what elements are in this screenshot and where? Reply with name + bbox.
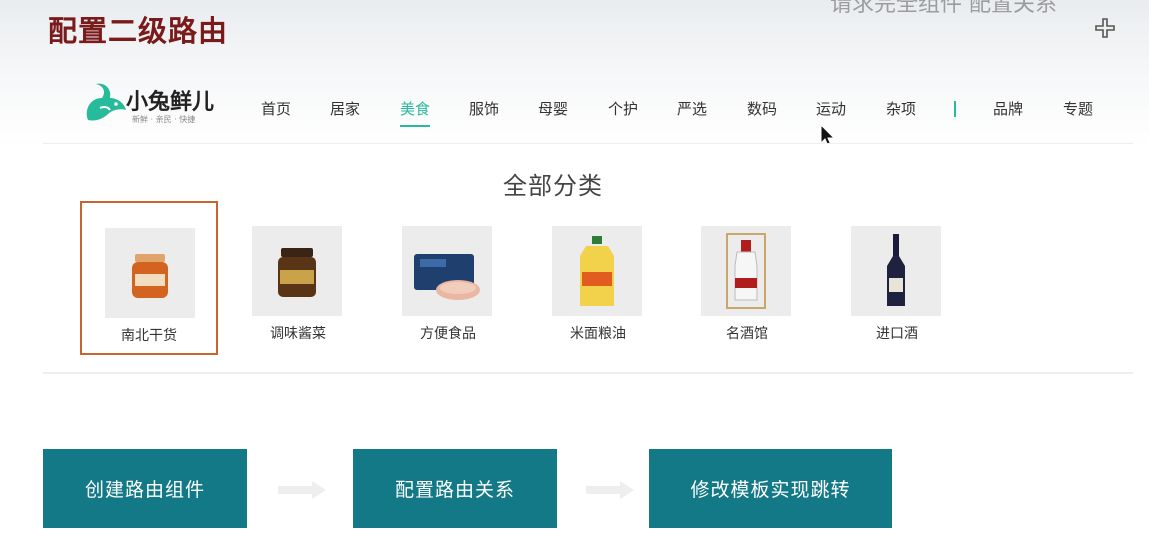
top-right-partial-text: 请求完全组件 配置关系 [830, 0, 1057, 17]
plus-icon[interactable] [1094, 17, 1116, 39]
flow-step-config-route-relation: 配置路由关系 [353, 449, 557, 528]
wine-bottle-icon [887, 234, 905, 306]
arrow-right-icon [278, 481, 326, 499]
sauce-jar-icon [278, 248, 316, 297]
category-image [552, 226, 642, 316]
oil-bottle-icon [580, 236, 614, 306]
nav-item-baby[interactable]: 母婴 [538, 98, 568, 125]
flow-step-modify-template: 修改模板实现跳转 [649, 449, 892, 528]
flow-step-create-route-component: 创建路由组件 [43, 449, 247, 528]
category-label: 调味酱菜 [270, 326, 326, 342]
category-image [252, 226, 342, 316]
main-nav: 首页 居家 美食 服饰 母婴 个护 严选 数码 运动 杂项 品牌 专题 [0, 98, 1149, 128]
category-panel-title: 全部分类 [503, 172, 603, 200]
category-label: 南北干货 [121, 328, 177, 344]
nav-item-misc[interactable]: 杂项 [886, 98, 916, 125]
nav-item-selection[interactable]: 严选 [677, 98, 707, 125]
liquor-bottle-icon [726, 233, 766, 309]
nav-item-home[interactable]: 首页 [261, 98, 291, 125]
category-label: 方便食品 [420, 326, 476, 342]
nav-item-digital[interactable]: 数码 [747, 98, 777, 125]
category-item-dry-goods[interactable]: 南北干货 [80, 201, 218, 355]
nav-item-apparel[interactable]: 服饰 [469, 98, 499, 125]
category-image [105, 228, 195, 318]
nav-divider [954, 101, 956, 117]
nav-item-home-living[interactable]: 居家 [330, 98, 360, 125]
category-label: 进口酒 [876, 326, 918, 342]
nav-item-sports[interactable]: 运动 [816, 98, 846, 125]
category-item-instant-food[interactable]: 方便食品 [379, 201, 517, 355]
category-label: 米面粮油 [570, 326, 626, 342]
jar-icon [132, 254, 168, 298]
category-image [402, 226, 492, 316]
category-item-imported-wine[interactable]: 进口酒 [828, 201, 966, 355]
category-item-sauces[interactable]: 调味酱菜 [229, 201, 367, 355]
category-item-liquor[interactable]: 名酒馆 [678, 201, 816, 355]
slide-title: 配置二级路由 [48, 14, 229, 48]
category-image [701, 226, 791, 316]
nav-item-food[interactable]: 美食 [399, 98, 431, 127]
nav-item-personal-care[interactable]: 个护 [608, 98, 638, 125]
nav-item-brand[interactable]: 品牌 [993, 98, 1023, 125]
nav-item-topics[interactable]: 专题 [1063, 98, 1093, 125]
arrow-right-icon [586, 481, 634, 499]
category-label: 名酒馆 [726, 326, 768, 342]
ham-pack-icon [414, 254, 480, 300]
category-image [851, 226, 941, 316]
category-item-grain-oil[interactable]: 米面粮油 [529, 201, 667, 355]
